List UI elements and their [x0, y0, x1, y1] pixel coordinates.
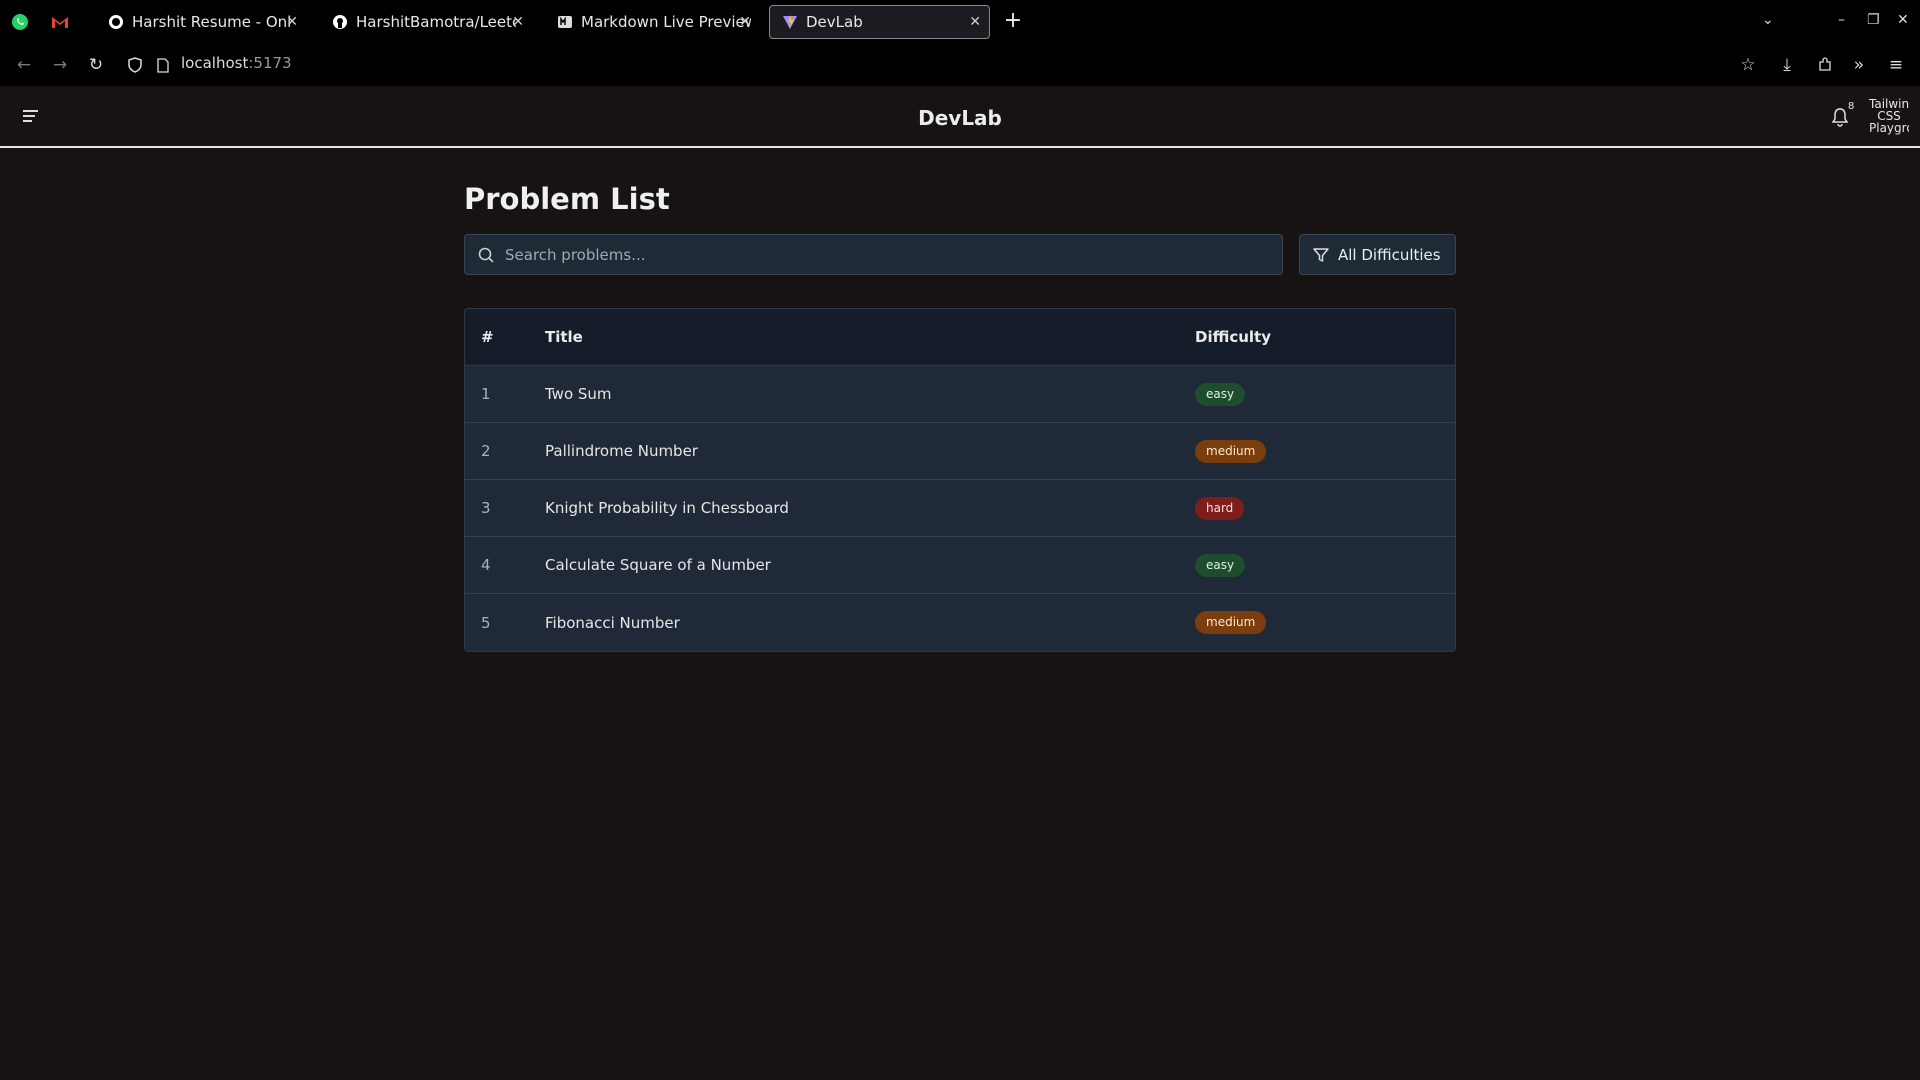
column-header-difficulty: Difficulty	[1195, 328, 1271, 346]
filter-funnel-icon	[1312, 246, 1330, 264]
notification-count: 8	[1848, 101, 1855, 112]
markdown-icon	[557, 14, 573, 30]
google-docs-icon	[108, 14, 124, 30]
tab-title: HarshitBamotra/Leetcode	[356, 13, 516, 31]
difficulty-badge: hard	[1195, 496, 1245, 520]
app-header: DevLab 8 Tailwind CSS Playground	[0, 86, 1920, 148]
tab-close-icon[interactable]: ✕	[286, 14, 298, 30]
url-port: :5173	[248, 54, 292, 72]
table-row[interactable]: 5 Fibonacci Number medium	[465, 594, 1455, 651]
column-header-number: #	[481, 328, 494, 346]
close-window-icon[interactable]: ✕	[1897, 12, 1909, 28]
whatsapp-icon[interactable]	[10, 12, 30, 32]
new-tab-button[interactable]: +	[1003, 10, 1023, 32]
problem-title[interactable]: Knight Probability in Chessboard	[545, 499, 1195, 517]
reload-icon[interactable]: ↻	[86, 55, 106, 75]
search-input[interactable]	[505, 235, 1275, 274]
overflow-chevrons-icon[interactable]: »	[1849, 55, 1869, 75]
download-icon[interactable]: ⤓	[1777, 55, 1797, 75]
url-host: localhost	[181, 54, 249, 72]
problem-number: 2	[481, 442, 491, 460]
table-row[interactable]: 1 Two Sum easy	[465, 366, 1455, 423]
minimize-icon[interactable]: –	[1838, 12, 1845, 28]
difficulty-filter-label: All Difficulties	[1338, 245, 1441, 264]
extensions-icon[interactable]	[1815, 55, 1835, 75]
gmail-icon[interactable]	[50, 12, 70, 32]
page-title: Problem List	[464, 182, 670, 216]
avatar[interactable]: Tailwind CSS Playground	[1869, 98, 1909, 138]
table-row[interactable]: 3 Knight Probability in Chessboard hard	[465, 480, 1455, 537]
tab-close-icon[interactable]: ✕	[512, 14, 524, 30]
tab-close-icon[interactable]: ✕	[969, 14, 981, 30]
search-box[interactable]	[464, 234, 1283, 275]
tab-title: DevLab	[806, 13, 863, 31]
page-info-icon[interactable]	[153, 55, 173, 75]
difficulty-filter-button[interactable]: All Difficulties	[1299, 234, 1456, 275]
problem-title[interactable]: Fibonacci Number	[545, 614, 1195, 632]
problem-title[interactable]: Two Sum	[545, 385, 1195, 403]
tab-devlab[interactable]: DevLab ✕	[769, 5, 990, 39]
tab-list-chevron-icon[interactable]: ⌄	[1762, 12, 1774, 28]
tab-github-leetcode[interactable]: HarshitBamotra/Leetcode ✕	[320, 5, 532, 39]
problem-number: 3	[481, 499, 491, 517]
problem-number: 5	[481, 613, 491, 632]
difficulty-badge: easy	[1195, 382, 1246, 406]
difficulty-badge: medium	[1195, 611, 1267, 634]
forward-arrow-icon[interactable]: →	[50, 55, 70, 75]
tab-harshit-resume[interactable]: Harshit Resume - Online ✕	[96, 5, 306, 39]
tab-close-icon[interactable]: ✕	[739, 14, 751, 30]
problem-number: 1	[481, 385, 491, 403]
tab-title: Harshit Resume - Online	[132, 13, 292, 31]
problem-title[interactable]: Calculate Square of a Number	[545, 556, 1195, 574]
tab-title: Markdown Live Preview	[581, 13, 751, 31]
problem-table: # Title Difficulty 1 Two Sum easy 2 Pall…	[464, 308, 1456, 652]
github-icon	[332, 14, 348, 30]
shield-icon[interactable]	[125, 55, 145, 75]
browser-tab-bar: Harshit Resume - Online ✕ HarshitBamotra…	[0, 0, 1920, 43]
tab-markdown-preview[interactable]: Markdown Live Preview ✕	[545, 5, 759, 39]
table-row[interactable]: 4 Calculate Square of a Number easy	[465, 537, 1455, 594]
difficulty-badge: medium	[1195, 439, 1267, 463]
problem-title[interactable]: Pallindrome Number	[545, 442, 1195, 460]
table-header: # Title Difficulty	[465, 309, 1455, 366]
browser-menu-icon[interactable]: ≡	[1886, 55, 1906, 75]
difficulty-badge: easy	[1195, 553, 1246, 577]
restore-icon[interactable]: ❐	[1867, 12, 1880, 28]
table-row[interactable]: 2 Pallindrome Number medium	[465, 423, 1455, 480]
app-brand[interactable]: DevLab	[0, 106, 1920, 130]
column-header-title: Title	[545, 328, 583, 346]
vite-icon	[782, 14, 798, 30]
bookmark-star-icon[interactable]: ☆	[1738, 55, 1758, 75]
url-field[interactable]: localhost:5173	[181, 54, 292, 72]
back-arrow-icon[interactable]: ←	[14, 55, 34, 75]
search-icon	[477, 246, 495, 264]
problem-number: 4	[481, 556, 491, 574]
